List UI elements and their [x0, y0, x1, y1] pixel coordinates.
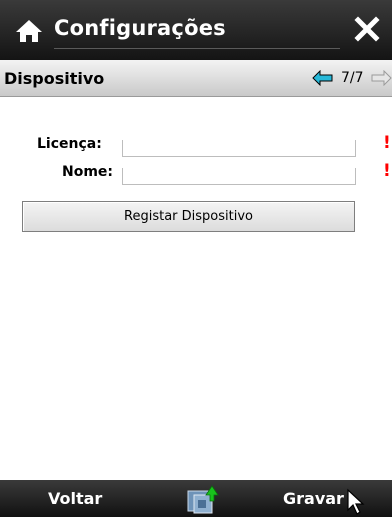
section-title: Dispositivo — [4, 69, 105, 88]
home-icon[interactable] — [14, 18, 44, 44]
back-button[interactable]: Voltar — [48, 489, 102, 508]
name-required-mark: ! — [383, 161, 391, 181]
page-title: Configurações — [54, 16, 226, 40]
license-input[interactable] — [122, 140, 356, 157]
title-bar: Configurações — [0, 0, 392, 60]
page-indicator: 7/7 — [341, 70, 364, 86]
sync-icon[interactable] — [186, 483, 220, 515]
save-button[interactable]: Gravar — [283, 489, 344, 508]
arrow-right-icon — [371, 70, 392, 86]
bottom-bar: Voltar Gravar — [0, 480, 392, 517]
close-icon[interactable] — [354, 16, 380, 42]
license-label: Licença: — [37, 136, 102, 152]
arrow-left-icon[interactable] — [312, 70, 334, 86]
section-header: Dispositivo 7/7 — [0, 60, 392, 97]
register-device-button[interactable]: Registar Dispositivo — [22, 201, 355, 232]
license-required-mark: ! — [383, 133, 391, 153]
title-divider — [54, 48, 340, 49]
cursor-icon — [347, 488, 365, 515]
name-input[interactable] — [122, 168, 356, 185]
name-label: Nome: — [62, 164, 114, 180]
